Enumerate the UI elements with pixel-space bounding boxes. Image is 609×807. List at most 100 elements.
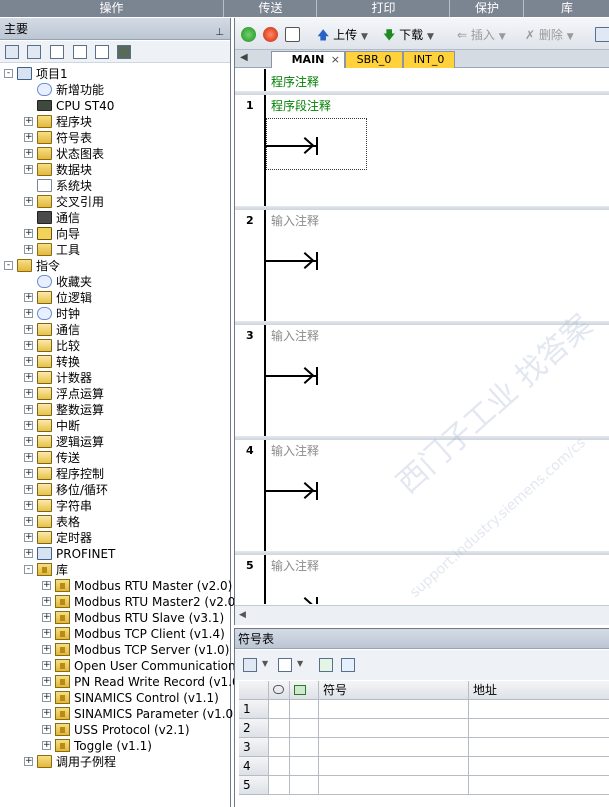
tree-item[interactable]: + 计数器 (0, 370, 230, 386)
symbol-cell[interactable] (269, 776, 290, 795)
tree-item[interactable]: CPU ST40 (0, 98, 230, 114)
tree-item[interactable]: - 指令 (0, 258, 230, 274)
expand-icon[interactable]: + (42, 693, 51, 702)
table-chart-icon[interactable] (319, 658, 333, 672)
tree-item[interactable]: + Toggle (v1.1) (0, 738, 230, 754)
tree-item[interactable]: + SINAMICS Control (v1.1) (0, 690, 230, 706)
row-number[interactable]: 4 (239, 757, 269, 776)
expand-icon[interactable]: + (42, 661, 51, 670)
download-button[interactable]: 🡇 下载 ▼ (383, 26, 434, 44)
symbol-cell[interactable] (290, 776, 319, 795)
ladder-editor[interactable]: 程序注释 1 程序段注释 2 输入注释 3 输入注释 4 输入注释 5 输入注释 西门子工业 找答… (235, 69, 609, 604)
expand-icon[interactable]: + (42, 613, 51, 622)
tree-item[interactable]: + 传送 (0, 450, 230, 466)
expand-icon[interactable]: + (42, 645, 51, 654)
tree-item[interactable]: + 交叉引用 (0, 194, 230, 210)
symbol-cell[interactable] (469, 776, 609, 795)
expand-icon[interactable]: + (42, 677, 51, 686)
row-number[interactable]: 5 (239, 776, 269, 795)
expand-icon[interactable]: + (42, 629, 51, 638)
expand-icon[interactable]: + (24, 373, 33, 382)
symbol-cell[interactable] (319, 700, 469, 719)
tree-item[interactable]: + 表格 (0, 514, 230, 530)
tree-item[interactable]: + Modbus TCP Server (v1.0) (0, 642, 230, 658)
delete-table-icon[interactable] (278, 658, 292, 672)
tree-item[interactable]: 收藏夹 (0, 274, 230, 290)
collapse-icon[interactable]: - (4, 261, 13, 270)
stop-icon[interactable] (263, 27, 278, 42)
insert-button[interactable]: ⇐ 插入 ▼ (457, 26, 506, 44)
rung-comment[interactable]: 输入注释 (271, 212, 319, 229)
tree-item[interactable]: + 转换 (0, 354, 230, 370)
column-header-comment-icon[interactable] (290, 681, 319, 700)
tree-item[interactable]: + 调用子例程 (0, 754, 230, 770)
program-comment-row[interactable]: 程序注释 (235, 69, 609, 91)
symbol-cell[interactable] (319, 719, 469, 738)
collapse-icon[interactable]: - (24, 565, 33, 574)
tree-item[interactable]: + 浮点运算 (0, 386, 230, 402)
symbol-cell[interactable] (269, 738, 290, 757)
expand-icon[interactable]: + (24, 293, 33, 302)
rung-comment[interactable]: 输入注释 (271, 557, 319, 574)
tree-item[interactable]: + 比较 (0, 338, 230, 354)
view-list-icon[interactable] (95, 45, 109, 59)
tree-item[interactable]: + USS Protocol (v2.1) (0, 722, 230, 738)
expand-icon[interactable]: + (42, 741, 51, 750)
tree-item[interactable]: + 字符串 (0, 498, 230, 514)
row-number[interactable]: 2 (239, 719, 269, 738)
expand-icon[interactable]: + (24, 149, 33, 158)
expand-icon[interactable]: + (42, 581, 51, 590)
tree-item[interactable]: + Modbus RTU Master (v2.0) (0, 578, 232, 594)
expand-icon[interactable]: + (24, 197, 33, 206)
ribbon-group-print[interactable]: 打印 (318, 0, 450, 17)
ribbon-group-operations[interactable]: 操作 (0, 0, 224, 17)
tree-item[interactable]: + 整数运算 (0, 402, 230, 418)
expand-icon[interactable]: + (24, 517, 33, 526)
expand-icon[interactable]: + (24, 421, 33, 430)
close-icon[interactable]: × (331, 52, 340, 68)
monitor-icon[interactable] (117, 45, 131, 59)
tree-item[interactable]: -库 (0, 562, 230, 578)
expand-icon[interactable]: + (24, 245, 33, 254)
ribbon-group-transfer[interactable]: 传送 (225, 0, 317, 17)
rung[interactable]: 5 输入注释 (235, 555, 609, 604)
compile-icon[interactable] (285, 27, 300, 42)
expand-icon[interactable]: + (24, 485, 33, 494)
expand-icon[interactable]: + (24, 453, 33, 462)
symbol-cell[interactable] (319, 738, 469, 757)
expand-icon[interactable]: + (24, 533, 33, 542)
rung[interactable]: 4 输入注释 (235, 440, 609, 551)
tree-item[interactable]: + 位逻辑 (0, 290, 230, 306)
view-page-icon[interactable] (73, 45, 87, 59)
horizontal-scrollbar[interactable]: ◀ (235, 605, 609, 625)
expand-icon[interactable]: + (24, 549, 33, 558)
tree-item[interactable]: + 中断 (0, 418, 230, 434)
tree-item[interactable]: + Modbus TCP Client (v1.4) (0, 626, 230, 642)
rung-comment[interactable]: 输入注释 (271, 327, 319, 344)
expand-icon[interactable]: + (24, 341, 33, 350)
tree-item[interactable]: + 逻辑运算 (0, 434, 230, 450)
tab-int0[interactable]: INT_0 (403, 51, 455, 68)
rung-comment[interactable]: 程序段注释 (271, 97, 331, 114)
symbol-cell[interactable] (290, 757, 319, 776)
tree-item[interactable]: + 移位/循环 (0, 482, 230, 498)
tree-item[interactable]: 系统块 (0, 178, 230, 194)
tree-item[interactable]: + Modbus RTU Master2 (v2.0) (0, 594, 240, 610)
symbol-cell[interactable] (319, 757, 469, 776)
symbol-cell[interactable] (290, 700, 319, 719)
chevron-down-icon[interactable]: ▼ (262, 659, 268, 668)
run-icon[interactable] (241, 27, 256, 42)
tree-item[interactable]: + 工具 (0, 242, 230, 258)
ribbon-group-protect[interactable]: 保护 (451, 0, 524, 17)
expand-icon[interactable]: + (24, 469, 33, 478)
symbol-cell[interactable] (469, 738, 609, 757)
expand-icon[interactable]: + (24, 325, 33, 334)
expand-icon[interactable]: + (24, 405, 33, 414)
expand-icon[interactable]: + (24, 165, 33, 174)
tree-item[interactable]: + Modbus RTU Slave (v3.1) (0, 610, 230, 626)
upload-button[interactable]: 🡅 上传 ▼ (317, 26, 368, 44)
tree-item[interactable]: + 时钟 (0, 306, 230, 322)
column-header-status-icon[interactable] (269, 681, 290, 700)
symbol-cell[interactable] (290, 719, 319, 738)
column-header[interactable] (239, 681, 269, 700)
